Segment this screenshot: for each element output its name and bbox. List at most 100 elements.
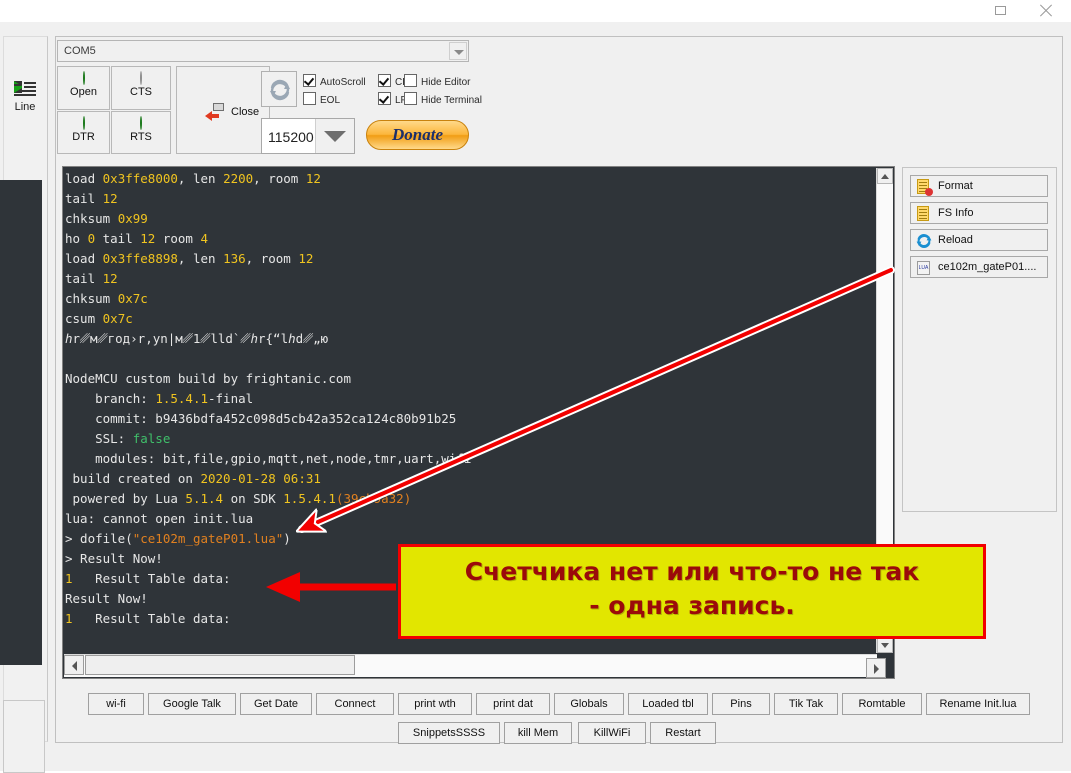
sidebar-item-label: Line [14, 101, 36, 113]
terminal-line: ℎr␥м␥год›r,yn|м␥1␥lld`␥ℎr{“lℎd␥„ю [65, 331, 329, 346]
checkbox-eol-label: EOL [320, 95, 341, 106]
checkbox-hide-terminal-label: Hide Terminal [421, 95, 482, 106]
bottom-button[interactable]: Connect [316, 693, 394, 715]
checkbox-hide-editor-label: Hide Editor [421, 77, 471, 88]
scroll-down-icon[interactable] [877, 637, 893, 653]
lua-file-label: ce102m_gateP01.... [938, 261, 1037, 273]
checkbox-autoscroll[interactable]: AutoScroll [303, 74, 366, 88]
terminal-line: csum 0x7c [65, 311, 133, 326]
bottom-button[interactable]: Tik Tak [774, 693, 838, 715]
bottom-button[interactable]: SnippetsSSSS [398, 722, 500, 744]
terminal-line: modules: bit,file,gpio,mqtt,net,node,tmr… [65, 451, 472, 466]
maximize-icon[interactable] [986, 0, 1016, 20]
dtr-led-group[interactable]: DTR [57, 111, 110, 154]
checkbox-lf[interactable]: LF [378, 92, 407, 106]
bottom-button[interactable]: kill Mem [504, 722, 572, 744]
port-select[interactable]: COM5 [57, 40, 469, 62]
reload-label: Reload [938, 234, 973, 246]
terminal-line: powered by Lua 5.1.4 on SDK 1.5.4.1(39cb… [65, 491, 412, 506]
annotation-callout: Счетчика нет или что-то не так - одна за… [398, 544, 986, 639]
checkbox-hide-terminal-box[interactable] [404, 92, 417, 105]
terminal-line: load 0x3ffe8000, len 2200, room 12 [65, 171, 321, 186]
baud-rate-select[interactable]: 115200 [261, 118, 355, 154]
left-lower-panel [3, 700, 45, 773]
terminal-line: build created on 2020-01-28 06:31 [65, 471, 321, 486]
fs-info-label: FS Info [938, 207, 974, 219]
window-titlebar [0, 0, 1071, 22]
donate-button[interactable]: Donate [366, 120, 469, 150]
bottom-button[interactable]: Globals [554, 693, 624, 715]
open-label: Open [70, 86, 97, 98]
format-label: Format [938, 180, 973, 192]
open-led-indicator [82, 71, 85, 85]
bottom-button[interactable]: print dat [476, 693, 550, 715]
rts-label: RTS [130, 131, 152, 143]
refresh-icon [270, 79, 290, 101]
app-root: Line COM5 Open CTS DTR RTS Close AutoScr… [0, 0, 1071, 773]
checkbox-hide-editor[interactable]: Hide Editor [404, 74, 470, 88]
rts-led-indicator [140, 116, 142, 130]
scroll-right-icon[interactable] [866, 658, 886, 678]
dtr-label: DTR [72, 131, 95, 143]
checkbox-hide-terminal[interactable]: Hide Terminal [404, 92, 482, 106]
rts-led-group[interactable]: RTS [111, 111, 171, 154]
terminal-line: ho 0 tail 12 room 4 [65, 231, 209, 246]
sidebar-item-line[interactable]: Line [6, 81, 44, 133]
terminal-horizontal-scrollbar[interactable] [64, 654, 877, 677]
close-icon[interactable] [1032, 0, 1062, 20]
format-button[interactable]: Format [910, 175, 1048, 197]
cts-label: CTS [130, 86, 152, 98]
bottom-button[interactable]: wi-fi [88, 693, 144, 715]
fs-info-button[interactable]: FS Info [910, 202, 1048, 224]
bottom-button[interactable]: Google Talk [148, 693, 236, 715]
close-port-button[interactable]: Close [176, 66, 270, 154]
terminal-line: chksum 0x99 [65, 211, 148, 226]
terminal-line: chksum 0x7c [65, 291, 148, 306]
bottom-button[interactable]: print wth [398, 693, 472, 715]
line-insert-icon [14, 81, 36, 99]
terminal-line: commit: b9436bdfa452c098d5cb42a352ca124c… [65, 411, 457, 426]
scroll-up-icon[interactable] [877, 168, 893, 184]
scroll-left-icon[interactable] [64, 655, 84, 675]
checkbox-eol-box[interactable] [303, 92, 316, 105]
bottom-button[interactable]: Romtable [842, 693, 922, 715]
terminal-line: tail 12 [65, 191, 118, 206]
checkbox-autoscroll-label: AutoScroll [320, 77, 366, 88]
terminal-line: load 0x3ffe8898, len 136, room 12 [65, 251, 314, 266]
checkbox-lf-box[interactable] [378, 92, 391, 105]
bottom-button[interactable]: Pins [712, 693, 770, 715]
fs-info-icon [916, 206, 932, 222]
open-led-group[interactable]: Open [57, 66, 110, 110]
chevron-down-icon[interactable] [315, 119, 354, 153]
checkbox-hide-editor-box[interactable] [404, 74, 417, 87]
annotation-line-2: - одна запись. [589, 591, 795, 620]
annotation-line-1: Счетчика нет или что-то не так [464, 557, 920, 586]
lua-file-button[interactable]: LUA ce102m_gateP01.... [910, 256, 1048, 278]
files-panel: Format FS Info Reload LUA ce102m_gateP01… [902, 167, 1057, 512]
bottom-button[interactable]: Rename Init.lua [926, 693, 1030, 715]
terminal-line: NodeMCU custom build by frightanic.com [65, 371, 351, 386]
hscroll-thumb[interactable] [85, 655, 355, 675]
bottom-button[interactable]: Get Date [240, 693, 312, 715]
checkbox-eol[interactable]: EOL [303, 92, 340, 106]
bottom-button[interactable]: Restart [650, 722, 716, 744]
checkbox-autoscroll-box[interactable] [303, 74, 316, 87]
lua-file-icon: LUA [916, 260, 932, 276]
bottom-button[interactable]: KillWiFi [578, 722, 646, 744]
bottom-button[interactable]: Loaded tbl [628, 693, 708, 715]
dtr-led-indicator [82, 116, 85, 130]
terminal-line: branch: 1.5.4.1-final [65, 391, 254, 406]
cts-led-indicator [140, 71, 142, 85]
disconnect-plug-icon [205, 103, 229, 121]
reload-button[interactable]: Reload [910, 229, 1048, 251]
terminal-line: lua: cannot open init.lua [65, 511, 254, 526]
cts-led-group[interactable]: CTS [111, 66, 171, 110]
refresh-ports-button[interactable] [261, 71, 297, 107]
close-port-label: Close [231, 106, 260, 118]
checkbox-cr-box[interactable] [378, 74, 391, 87]
left-dark-strip [0, 180, 42, 665]
chevron-down-icon[interactable] [449, 42, 467, 60]
baud-rate-value: 115200 [268, 129, 314, 145]
format-doc-icon [916, 179, 933, 196]
